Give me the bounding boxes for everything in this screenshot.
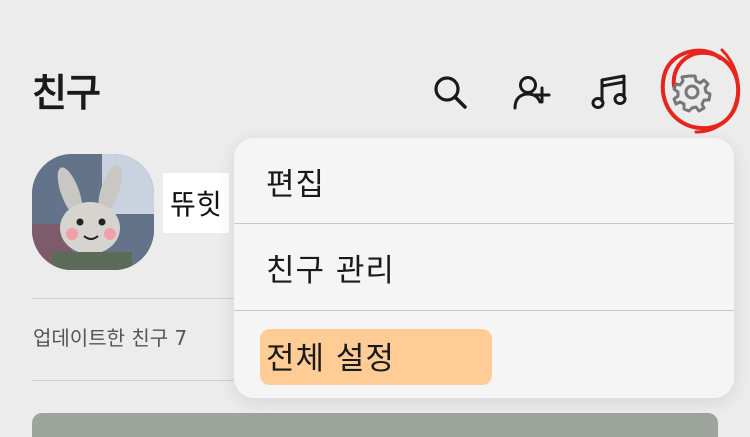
menu-item-label: 전체 설정 [266, 340, 395, 377]
music-icon[interactable] [590, 72, 630, 112]
menu-item-all-settings[interactable]: 전체 설정 [234, 312, 734, 398]
page-title: 친구 [32, 71, 101, 115]
divider [32, 380, 237, 381]
settings-gear-icon[interactable] [652, 40, 744, 140]
menu-divider [234, 310, 734, 311]
settings-dropdown-menu: 편집 친구 관리 전체 설정 [234, 138, 734, 398]
menu-item-label: 친구 관리 [266, 252, 395, 289]
add-friend-icon[interactable] [512, 72, 552, 112]
divider [32, 298, 237, 299]
menu-item-manage-friends[interactable]: 친구 관리 [234, 224, 734, 310]
profile-name[interactable]: 뜌힛 [163, 173, 229, 233]
menu-item-edit[interactable]: 편집 [234, 138, 734, 224]
search-icon[interactable] [430, 72, 470, 112]
updated-friends-label[interactable]: 업데이트한 친구 7 [33, 322, 187, 351]
avatar[interactable] [32, 154, 154, 270]
friend-update-card[interactable] [32, 413, 718, 437]
menu-item-label: 편집 [266, 166, 326, 203]
